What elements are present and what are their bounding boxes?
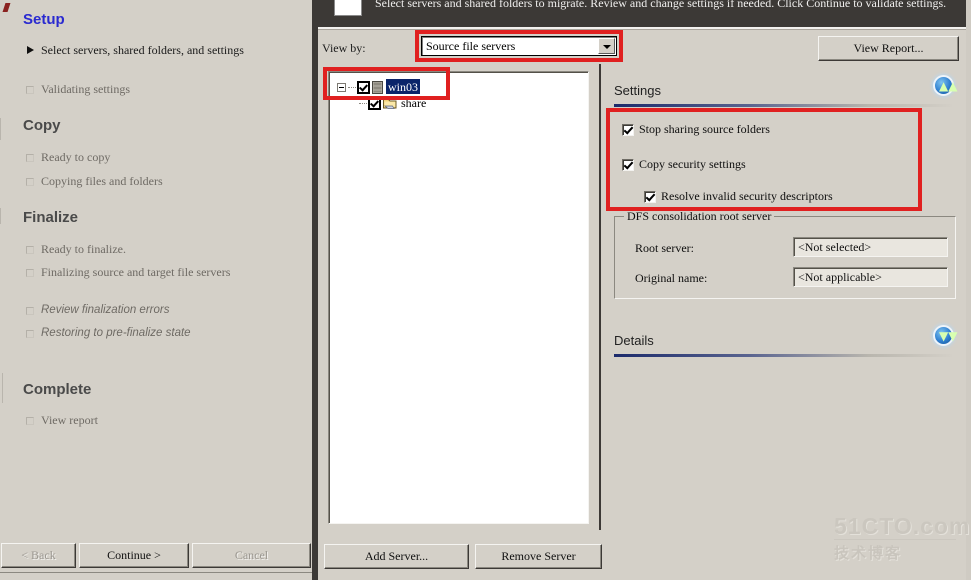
add-server-button[interactable]: Add Server... <box>324 544 469 569</box>
checkbox-label: Copy security settings <box>639 157 746 171</box>
root-server-value[interactable]: <Not selected> <box>793 237 948 257</box>
checkbox-resolve-invalid-security-descriptors[interactable]: Resolve invalid security descriptors <box>644 189 833 204</box>
sidebar-step-label: Select servers, shared folders, and sett… <box>41 43 244 57</box>
sidebar-step-label: Finalizing source and target file server… <box>41 265 231 279</box>
edge-artifact-copy <box>0 118 4 140</box>
settings-section-title: Settings <box>614 83 661 98</box>
tree-node-label: win03 <box>386 78 420 94</box>
view-report-button[interactable]: View Report... <box>818 36 959 61</box>
remove-server-button[interactable]: Remove Server <box>475 544 602 569</box>
tree-node-share[interactable]: share <box>359 95 426 111</box>
view-by-select[interactable]: Source file servers <box>421 36 617 56</box>
sidebar-bottom-rule <box>0 572 312 573</box>
edge-artifact-complete <box>2 373 6 403</box>
sidebar-section-setup: Setup <box>23 11 65 28</box>
step-bullet-icon <box>26 86 34 94</box>
instruction-text: Select servers and shared folders to mig… <box>375 0 947 10</box>
checkbox-icon[interactable] <box>622 124 634 137</box>
settings-section-rule <box>614 104 954 107</box>
details-section-rule <box>614 354 954 357</box>
sidebar-step-label: Restoring to pre-finalize state <box>41 327 191 339</box>
checkbox-icon[interactable] <box>644 191 656 204</box>
wizard-window: Setup Select servers, shared folders, an… <box>0 0 971 580</box>
current-step-arrow-icon <box>27 46 34 54</box>
checkbox-stop-sharing-source-folders[interactable]: Stop sharing source folders <box>622 122 770 137</box>
wizard-main-pane: Select servers and shared folders to mig… <box>318 0 971 580</box>
tree-node-label: share <box>401 95 427 110</box>
server-icon <box>372 80 383 94</box>
checkbox-label: Stop sharing source folders <box>639 122 770 136</box>
continue-button[interactable]: Continue > <box>79 543 189 568</box>
tree-connector <box>348 86 356 88</box>
step-bullet-icon <box>26 417 34 425</box>
settings-column: Settings ▲▲ Stop sharing source folders … <box>606 64 966 534</box>
step-bullet-icon <box>26 307 34 315</box>
column-divider <box>599 64 601 530</box>
dfs-group-title: DFS consolidation root server <box>624 209 775 224</box>
checkbox-icon[interactable] <box>622 159 634 172</box>
server-action-buttons: Add Server... Remove Server <box>318 540 971 580</box>
sidebar-section-complete: Complete <box>23 381 92 398</box>
chevron-up-icon[interactable]: ▲▲ <box>933 75 957 96</box>
details-section-title: Details <box>614 333 654 348</box>
sidebar-section-finalize: Finalize <box>23 209 79 226</box>
step-bullet-icon <box>26 330 34 338</box>
chevron-down-icon[interactable] <box>598 38 615 54</box>
original-name-value[interactable]: <Not applicable> <box>793 267 948 287</box>
right-edge-strip <box>966 0 971 580</box>
banner-separator <box>318 27 971 30</box>
edge-artifact-finalize <box>0 208 4 224</box>
wizard-nav-buttons: < Back Continue > Cancel <box>0 540 312 580</box>
tree-connector <box>359 102 367 104</box>
sidebar-step-label: Validating settings <box>41 82 130 96</box>
dfs-consolidation-group: DFS consolidation root server Root serve… <box>614 209 956 299</box>
sidebar-step-label: Copying files and folders <box>41 174 163 188</box>
checkbox-label: Resolve invalid security descriptors <box>661 189 833 203</box>
collapse-toggle-icon[interactable] <box>337 82 346 92</box>
shared-folder-icon <box>383 97 398 110</box>
step-bullet-icon <box>26 269 34 277</box>
wizard-icon <box>334 0 362 16</box>
chevron-down-icon[interactable]: ▼▼ <box>933 325 957 346</box>
step-bullet-icon <box>26 246 34 254</box>
sidebar-step-label: Ready to finalize. <box>41 242 126 256</box>
step-bullet-icon <box>26 154 34 162</box>
sidebar-step-label: View report <box>41 413 98 427</box>
sidebar-section-copy: Copy <box>23 117 61 134</box>
checkbox-copy-security-settings[interactable]: Copy security settings <box>622 157 746 172</box>
sidebar-step-label: Ready to copy <box>41 150 111 164</box>
clipped-red-marker <box>2 3 11 12</box>
sidebar-step-label: Review finalization errors <box>41 304 170 316</box>
wizard-sidebar: Setup Select servers, shared folders, an… <box>0 0 312 580</box>
back-button[interactable]: < Back <box>1 543 76 568</box>
tree-node-checkbox[interactable] <box>368 96 381 110</box>
view-by-value: Source file servers <box>426 39 516 53</box>
tree-node-win03[interactable]: win03 <box>337 78 420 95</box>
server-tree[interactable]: win03 share <box>328 71 589 524</box>
instruction-banner: Select servers and shared folders to mig… <box>318 0 971 27</box>
step-bullet-icon <box>26 178 34 186</box>
root-server-label: Root server: <box>635 241 694 255</box>
tree-node-checkbox[interactable] <box>357 80 370 94</box>
cancel-button[interactable]: Cancel <box>192 543 311 568</box>
original-name-label: Original name: <box>635 271 708 285</box>
view-by-label: View by: <box>322 41 366 55</box>
